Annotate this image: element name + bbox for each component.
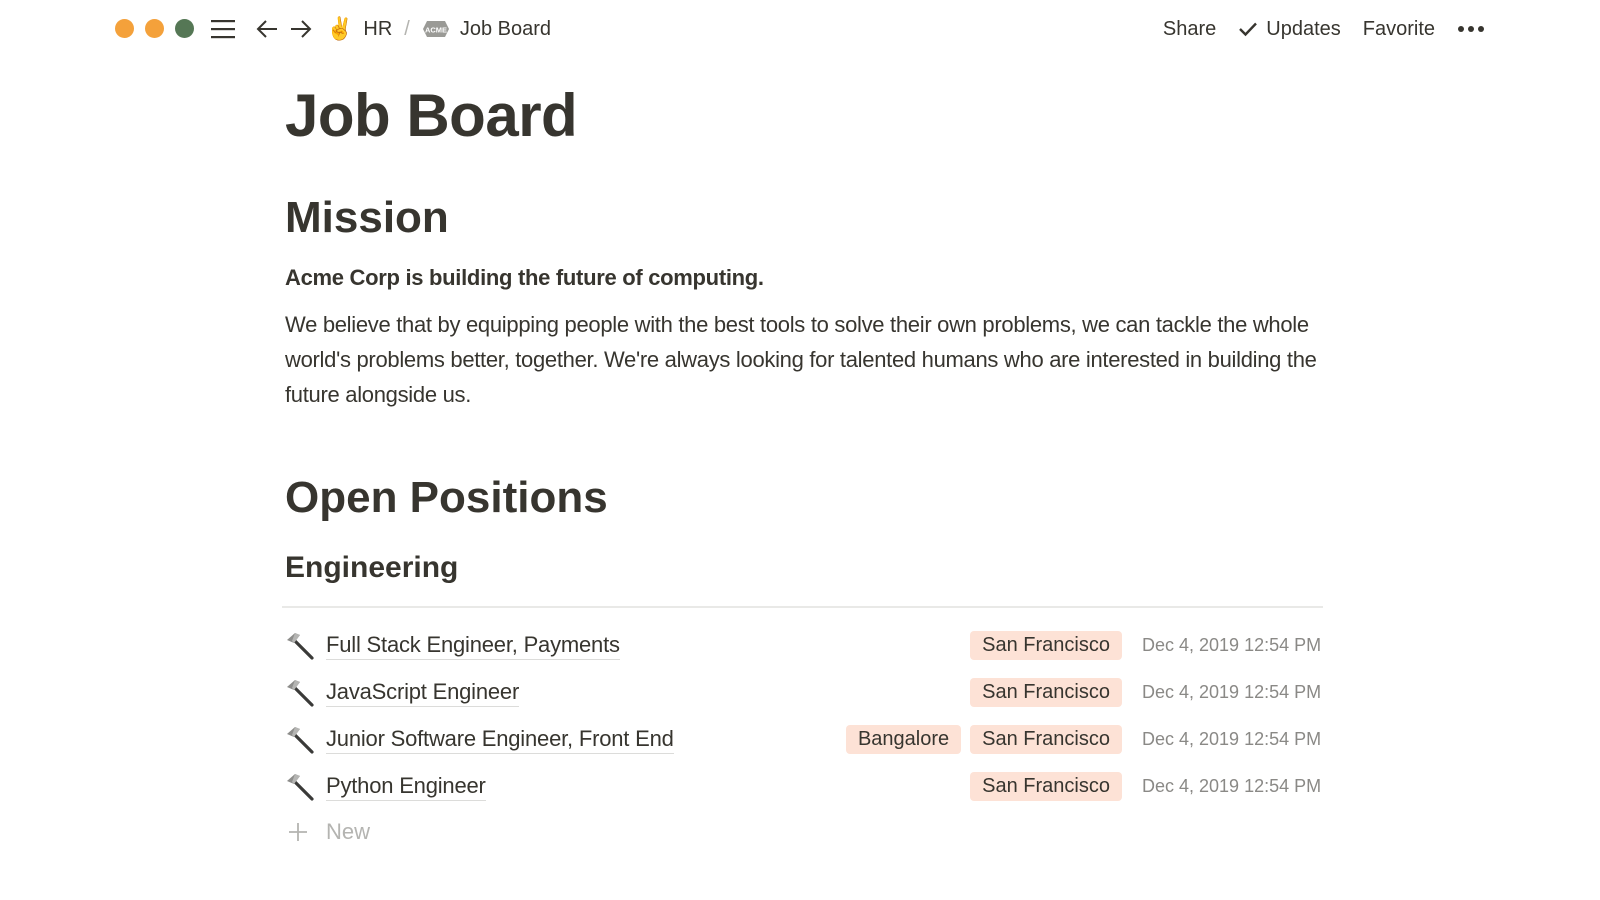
row-properties: San Francisco Dec 4, 2019 12:54 PM [961,622,1322,669]
location-tag: Bangalore [845,725,962,754]
acme-logo-text: ACME [425,26,447,35]
back-button[interactable] [252,14,282,44]
hammer-icon [282,725,318,755]
window-maximize-button[interactable] [175,19,194,38]
created-date: Dec 4, 2019 12:54 PM [1142,635,1322,655]
hammer-icon [282,772,318,802]
position-title[interactable]: Full Stack Engineer, Payments [326,631,620,660]
created-date: Dec 4, 2019 12:54 PM [1142,682,1322,702]
mission-lead: Acme Corp is building the future of comp… [285,265,764,290]
list-item[interactable]: Full Stack Engineer, Payments San Franci… [282,622,1323,669]
row-properties: San Francisco Dec 4, 2019 12:54 PM [961,669,1322,716]
updates-label: Updates [1266,17,1341,40]
created-date: Dec 4, 2019 12:54 PM [1142,729,1322,749]
more-options-icon[interactable] [1446,14,1490,44]
arrow-right-icon [291,20,312,38]
positions-list: Full Stack Engineer, Payments San Franci… [282,622,1323,854]
hamburger-icon [211,20,235,39]
victory-hand-emoji-icon: ✌️ [326,16,354,41]
row-properties: Bangalore San Francisco Dec 4, 2019 12:5… [837,716,1322,763]
open-positions-heading: Open Positions [285,473,608,522]
location-tag: San Francisco [970,631,1122,660]
window-minimize-button[interactable] [145,19,164,38]
acme-logo-icon: ACME [422,20,450,38]
position-title[interactable]: JavaScript Engineer [326,678,519,707]
list-item[interactable]: Python Engineer San Francisco Dec 4, 201… [282,763,1323,810]
position-title[interactable]: Python Engineer [326,772,486,801]
row-properties: San Francisco Dec 4, 2019 12:54 PM [961,763,1322,810]
sidebar-toggle-button[interactable] [208,14,238,44]
list-item[interactable]: Junior Software Engineer, Front End Bang… [282,716,1323,763]
position-title[interactable]: Junior Software Engineer, Front End [326,725,674,754]
breadcrumb-hr[interactable]: ✌️ HR [326,18,392,41]
engineering-heading: Engineering [285,551,459,584]
page-content: Job Board Mission Acme Corp is building … [285,78,1325,588]
favorite-button[interactable]: Favorite [1352,18,1446,41]
new-item-label: New [326,819,371,844]
plus-icon [282,822,318,842]
window-close-button[interactable] [115,19,134,38]
hammer-icon [282,631,318,661]
dot [1478,26,1484,32]
new-item-button[interactable]: New [282,810,1323,854]
share-button[interactable]: Share [1152,18,1227,41]
list-item[interactable]: JavaScript Engineer San Francisco Dec 4,… [282,669,1323,716]
dot [1458,26,1464,32]
mission-heading: Mission [285,193,449,242]
arrow-left-icon [256,20,277,38]
breadcrumb-job-board[interactable]: ACME Job Board [422,18,551,41]
updates-button[interactable]: Updates [1227,18,1352,41]
hammer-icon [282,678,318,708]
forward-button[interactable] [286,14,316,44]
window-controls [115,19,194,38]
dot [1468,26,1474,32]
location-tag: San Francisco [970,678,1122,707]
location-tag: San Francisco [970,772,1122,801]
nav-right: Share Updates Favorite [1152,10,1490,48]
top-bar: ✌️ HR / ACME Job Board Share Updates Fav… [0,0,1600,58]
check-icon [1238,21,1258,37]
location-tag: San Francisco [970,725,1122,754]
created-date: Dec 4, 2019 12:54 PM [1142,776,1322,796]
breadcrumb-separator: / [404,17,410,40]
page-title[interactable]: Job Board [285,78,1325,154]
mission-body: We believe that by equipping people with… [285,312,1317,407]
breadcrumb-hr-label: HR [363,17,393,40]
list-divider [282,606,1323,608]
nav-left: ✌️ HR / ACME Job Board [208,10,551,48]
breadcrumb-job-board-label: Job Board [459,17,552,40]
